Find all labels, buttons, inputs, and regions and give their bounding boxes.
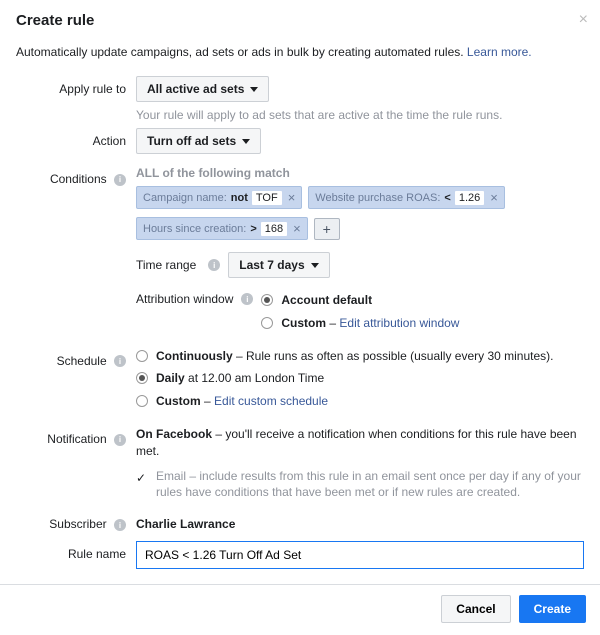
info-icon[interactable]: i <box>114 434 126 446</box>
attribution-window-label: Attribution window <box>136 292 233 306</box>
chip-remove-icon[interactable]: × <box>284 190 300 205</box>
time-range-dropdown[interactable]: Last 7 days <box>228 252 329 278</box>
condition-chip[interactable]: Hours since creation: > 168 × <box>136 217 308 240</box>
attr-default-radio[interactable] <box>261 294 273 306</box>
condition-chip[interactable]: Website purchase ROAS: < 1.26 × <box>308 186 505 209</box>
info-icon[interactable]: i <box>208 259 220 271</box>
dialog-description: Automatically update campaigns, ad sets … <box>0 41 600 73</box>
edit-schedule-link[interactable]: Edit custom schedule <box>214 394 328 408</box>
chip-remove-icon[interactable]: × <box>289 221 305 236</box>
apply-dropdown[interactable]: All active ad sets <box>136 76 269 102</box>
chevron-down-icon <box>250 87 258 92</box>
add-condition-button[interactable]: + <box>314 218 340 240</box>
chip-remove-icon[interactable]: × <box>486 190 502 205</box>
condition-chip[interactable]: Campaign name: not TOF × <box>136 186 302 209</box>
attr-custom-radio[interactable] <box>261 317 273 329</box>
conditions-head: ALL of the following match <box>136 166 584 180</box>
notification-label: Notification i <box>16 426 136 501</box>
time-range-label: Time range <box>136 258 196 272</box>
chevron-down-icon <box>311 263 319 268</box>
subscriber-value: Charlie Lawrance <box>136 517 235 531</box>
schedule-custom-radio[interactable] <box>136 395 148 407</box>
info-icon[interactable]: i <box>114 355 126 367</box>
create-button[interactable]: Create <box>519 595 586 623</box>
learn-more-link[interactable]: Learn more. <box>467 45 532 59</box>
rule-name-input[interactable] <box>136 541 584 569</box>
subscriber-label: Subscriber i <box>16 511 136 531</box>
info-icon[interactable]: i <box>114 174 126 186</box>
close-icon[interactable]: × <box>579 12 588 28</box>
email-checkbox[interactable]: ✓ <box>136 470 148 482</box>
edit-attribution-link[interactable]: Edit attribution window <box>339 316 459 330</box>
schedule-continuous-radio[interactable] <box>136 350 148 362</box>
notification-facebook: On Facebook – you'll receive a notificat… <box>136 426 584 460</box>
notification-email: Email – include results from this rule i… <box>156 468 584 502</box>
info-icon[interactable]: i <box>241 293 253 305</box>
schedule-daily-radio[interactable] <box>136 372 148 384</box>
apply-helper: Your rule will apply to ad sets that are… <box>136 108 584 122</box>
action-dropdown[interactable]: Turn off ad sets <box>136 128 261 154</box>
info-icon[interactable]: i <box>114 519 126 531</box>
apply-label: Apply rule to <box>16 76 136 122</box>
dialog-title: Create rule <box>16 12 584 29</box>
conditions-label: Conditions i <box>16 166 136 338</box>
rule-name-label: Rule name <box>16 541 136 569</box>
action-label: Action <box>16 128 136 154</box>
chevron-down-icon <box>242 139 250 144</box>
schedule-label: Schedule i <box>16 348 136 416</box>
cancel-button[interactable]: Cancel <box>441 595 510 623</box>
